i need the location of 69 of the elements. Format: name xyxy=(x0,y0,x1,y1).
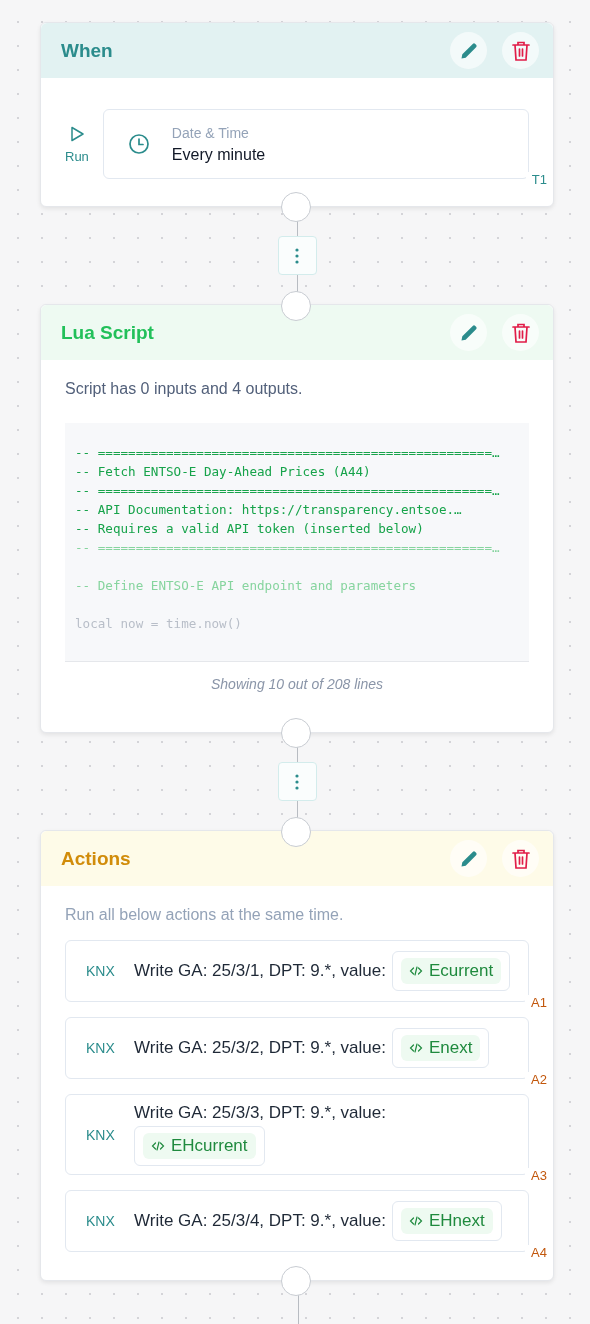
connector-handle[interactable] xyxy=(281,1266,311,1296)
trigger-type: Date & Time xyxy=(171,124,250,141)
pencil-icon xyxy=(458,848,479,869)
block-title: When xyxy=(61,39,113,62)
protocol-label: KNX xyxy=(86,963,116,979)
action-text: Write GA: 25/3/1, DPT: 9.*, value: xyxy=(134,961,386,981)
delete-button[interactable] xyxy=(502,314,539,351)
delete-button[interactable] xyxy=(502,32,539,69)
action-id: A4 xyxy=(525,1245,547,1260)
code-line: -- ====================================================… xyxy=(75,539,501,557)
connector-handle[interactable] xyxy=(281,817,311,847)
clock-icon xyxy=(127,133,150,155)
code-line: -- ====================================================… xyxy=(75,444,501,462)
protocol-label: KNX xyxy=(86,1213,116,1229)
block-title: Lua Script xyxy=(61,321,154,344)
code-icon xyxy=(408,965,423,977)
code-line: -- Fetch ENTSO-E Day-Ahead Prices (A44) xyxy=(75,463,372,481)
action-id: A1 xyxy=(525,995,547,1010)
variable-name: EHcurrent xyxy=(171,1136,248,1156)
trash-icon xyxy=(510,847,531,870)
more-button[interactable] xyxy=(277,236,317,275)
code-line: local now = time.now() xyxy=(75,615,243,633)
variable-name: Enext xyxy=(428,1038,473,1058)
value-field[interactable]: Ecurrent xyxy=(391,951,511,991)
edit-button[interactable] xyxy=(450,840,487,877)
block-title: Actions xyxy=(61,847,131,870)
action-text: Write GA: 25/3/3, DPT: 9.*, value: xyxy=(134,1103,386,1123)
script-summary: Script has 0 inputs and 4 outputs. xyxy=(65,380,304,398)
connector-handle[interactable] xyxy=(281,192,311,222)
more-icon xyxy=(295,247,299,264)
connector-handle[interactable] xyxy=(281,291,311,321)
action-item[interactable]: KNX Write GA: 25/3/1, DPT: 9.*, value: Ecurrent xyxy=(65,940,529,1002)
trigger-id: T1 xyxy=(525,172,547,187)
edit-button[interactable] xyxy=(450,32,487,69)
more-icon xyxy=(295,773,299,790)
connector-handle[interactable] xyxy=(281,718,311,748)
action-id: A3 xyxy=(525,1168,547,1183)
action-item[interactable]: KNX Write GA: 25/3/3, DPT: 9.*, value: EHcurrent xyxy=(65,1094,529,1175)
code-line: -- Define ENTSO-E API endpoint and parameters xyxy=(75,577,418,595)
line-count: Showing 10 out of 208 lines xyxy=(210,675,384,694)
action-id: A2 xyxy=(525,1072,547,1087)
code-line: -- Requires a valid API token (inserted below) xyxy=(75,520,425,538)
trash-icon xyxy=(510,39,531,62)
variable-name: EHnext xyxy=(428,1211,485,1231)
trigger-value: Every minute xyxy=(171,145,266,164)
more-button[interactable] xyxy=(277,762,317,801)
delete-button[interactable] xyxy=(502,840,539,877)
variable-name: Ecurrent xyxy=(428,961,494,981)
code-line: -- API Documentation: https://transparency.entsoe.… xyxy=(75,501,463,519)
protocol-label: KNX xyxy=(86,1040,116,1056)
code-line: -- ====================================================… xyxy=(75,482,501,500)
pencil-icon xyxy=(458,322,479,343)
value-field[interactable]: Enext xyxy=(391,1028,490,1068)
run-button[interactable]: Run xyxy=(65,124,89,164)
value-field[interactable]: EHcurrent xyxy=(134,1126,265,1166)
protocol-label: KNX xyxy=(86,1126,116,1143)
action-text: Write GA: 25/3/2, DPT: 9.*, value: xyxy=(134,1038,386,1058)
edit-button[interactable] xyxy=(450,314,487,351)
value-field[interactable]: EHnext xyxy=(391,1201,502,1241)
code-icon xyxy=(408,1215,423,1227)
action-item[interactable]: KNX Write GA: 25/3/4, DPT: 9.*, value: EHnext xyxy=(65,1190,529,1252)
actions-summary: Run all below actions at the same time. xyxy=(65,906,345,924)
action-item[interactable]: KNX Write GA: 25/3/2, DPT: 9.*, value: Enext xyxy=(65,1017,529,1079)
action-text: Write GA: 25/3/4, DPT: 9.*, value: xyxy=(134,1211,386,1231)
code-icon xyxy=(151,1140,165,1152)
trash-icon xyxy=(510,321,531,344)
pencil-icon xyxy=(458,40,479,61)
code-icon xyxy=(408,1042,423,1054)
trigger-item[interactable]: Date & Time Every minute xyxy=(102,109,529,179)
